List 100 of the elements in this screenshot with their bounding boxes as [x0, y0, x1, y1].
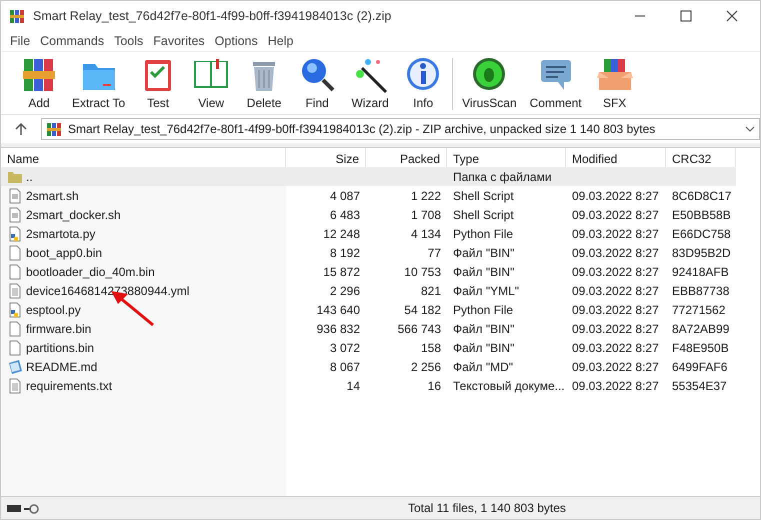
table-cell-text: 92418AFB: [671, 264, 730, 280]
toolbar-button[interactable]: Extract To: [68, 54, 130, 114]
table-cell: 2smart_docker.sh: [1, 205, 286, 224]
table-cell: ..: [1, 167, 286, 186]
table-cell-text: 6 483: [328, 206, 361, 224]
toolbar-button[interactable]: Find: [293, 54, 342, 114]
status-text: Total 11 files, 1 140 803 bytes: [408, 501, 566, 515]
table-cell-text: E50BB58B: [671, 206, 732, 224]
toolbar-button[interactable]: Test: [134, 54, 182, 114]
table-cell: boot_app0.bin: [1, 243, 286, 262]
archive-books-icon: [9, 8, 25, 24]
table-cell-text: 8C6D8C17: [671, 188, 732, 204]
table-cell: bootloader_dio_40m.bin: [1, 262, 286, 281]
text-file-icon: [7, 378, 23, 394]
table-cell-text: 6499FAF6: [671, 358, 728, 376]
window-title: Smart Relay_test_76d42f7e-80f1-4f99-b0ff-f3941984013c (2).zip: [33, 9, 392, 23]
table-cell-text: Файл "BIN": [452, 244, 516, 262]
table-cell: README.md: [1, 357, 286, 376]
file-icon: [7, 244, 23, 260]
up-arrow-icon[interactable]: [15, 122, 27, 136]
toolbar-button[interactable]: Comment: [526, 54, 586, 114]
close-icon[interactable]: [726, 10, 738, 22]
table-cell-text: EBB87738: [671, 282, 730, 300]
table-cell-text: 936 832: [316, 320, 361, 338]
table-cell-text: 1 708: [410, 206, 442, 224]
table-cell-text: 09.03.2022 8:27: [571, 188, 660, 204]
table-cell-text: 09.03.2022 8:27: [571, 264, 660, 280]
table-cell-text: F48E950B: [671, 340, 730, 356]
menu-item[interactable]: File: [5, 34, 36, 48]
table-cell-text: 10 753: [403, 264, 442, 280]
table-cell-text: Python File: [452, 226, 514, 242]
file-icon: [7, 320, 23, 336]
archive-books-icon: [46, 121, 62, 137]
menu-item[interactable]: Options: [210, 34, 263, 48]
toolbar-button[interactable]: SFX: [590, 54, 639, 114]
document-icon: [7, 358, 23, 374]
table-cell-text: 8 192: [328, 244, 361, 262]
table-cell: firmware.bin: [1, 319, 286, 338]
table-cell-text: 14: [346, 378, 361, 394]
table-cell-text: 15 872: [322, 264, 361, 280]
menu-item[interactable]: Tools: [109, 34, 148, 48]
table-cell-text: 09.03.2022 8:27: [571, 206, 660, 224]
table-cell-text: Python File: [452, 302, 514, 318]
python-file-icon: [7, 302, 23, 318]
dropdown-chevron-icon[interactable]: [745, 125, 755, 133]
table-cell: [666, 167, 736, 186]
table-cell: device1646814273880944.yml: [1, 281, 286, 300]
table-cell-text: 2 256: [410, 358, 442, 376]
table-cell-text: 09.03.2022 8:27: [571, 226, 660, 242]
table-cell-text: Файл "BIN": [452, 340, 516, 356]
script-file-icon: [7, 206, 23, 222]
table-cell-text: 158: [420, 340, 442, 356]
table-cell-text: 77271562: [671, 302, 726, 318]
table-cell-text: 8A72AB99: [671, 320, 730, 338]
table-cell-text: 54 182: [403, 302, 442, 318]
table-cell-text: Файл "BIN": [452, 320, 516, 338]
table-cell: 2smart.sh: [1, 186, 286, 205]
table-cell-text: 09.03.2022 8:27: [571, 320, 660, 338]
toolbar-button[interactable]: Add: [15, 54, 63, 114]
table-cell-text: Файл "MD": [452, 358, 514, 376]
table-cell: esptool.py: [1, 300, 286, 319]
table-cell-text: E66DC758: [671, 226, 732, 242]
table-cell: requirements.txt: [1, 376, 286, 395]
toolbar-button[interactable]: Info: [399, 54, 448, 114]
address-field[interactable]: Smart Relay_test_76d42f7e-80f1-4f99-b0ff-f3941984013c (2).zip - ZIP archive, unpacked size 1 140 803 bytes: [41, 118, 760, 140]
toolbar-button[interactable]: VirusScan: [458, 54, 521, 114]
table-cell-text: 1 222: [410, 188, 442, 204]
maximize-icon[interactable]: [680, 10, 692, 22]
table-cell: 2smartota.py: [1, 224, 286, 243]
menu-item[interactable]: Commands: [35, 34, 110, 48]
table-cell-text: 09.03.2022 8:27: [571, 282, 660, 300]
toolbar-button[interactable]: Delete: [240, 54, 288, 114]
table-cell-text: Файл "BIN": [452, 264, 516, 280]
python-file-icon: [7, 226, 23, 242]
table-cell: Папка с файлами: [447, 167, 566, 186]
table-cell-text: 4 087: [328, 188, 361, 204]
file-icon: [7, 264, 23, 280]
text-file-icon: [7, 282, 23, 298]
table-cell-text: 83D95B2D: [671, 244, 732, 262]
table-cell-text: 09.03.2022 8:27: [571, 302, 660, 318]
table-cell-text: 143 640: [316, 302, 361, 318]
table-cell-text: 12 248: [322, 226, 361, 242]
table-cell-text: 09.03.2022 8:27: [571, 244, 660, 262]
table-cell-text: Shell Script: [452, 206, 515, 224]
table-cell-text: Текстовый докуме...: [452, 378, 566, 394]
table-cell-text: Файл "YML": [452, 282, 520, 300]
table-cell-text: 566 743: [396, 320, 442, 338]
file-icon: [7, 340, 23, 356]
table-cell-text: 77: [426, 244, 442, 262]
table-cell-text: 09.03.2022 8:27: [571, 340, 660, 356]
table-cell-text: 3 072: [328, 340, 361, 356]
table-cell-text: 09.03.2022 8:27: [571, 378, 660, 394]
menu-item[interactable]: Favorites: [148, 34, 210, 48]
toolbar-button[interactable]: View: [187, 54, 236, 114]
menu-item[interactable]: Help: [262, 34, 298, 48]
column-header[interactable]: Name: [1, 148, 286, 169]
drive-key-icon: [6, 502, 40, 514]
toolbar-button[interactable]: Wizard: [346, 54, 394, 114]
table-cell-text: 2 296: [328, 282, 361, 300]
table-cell-text: 8 067: [328, 358, 361, 376]
